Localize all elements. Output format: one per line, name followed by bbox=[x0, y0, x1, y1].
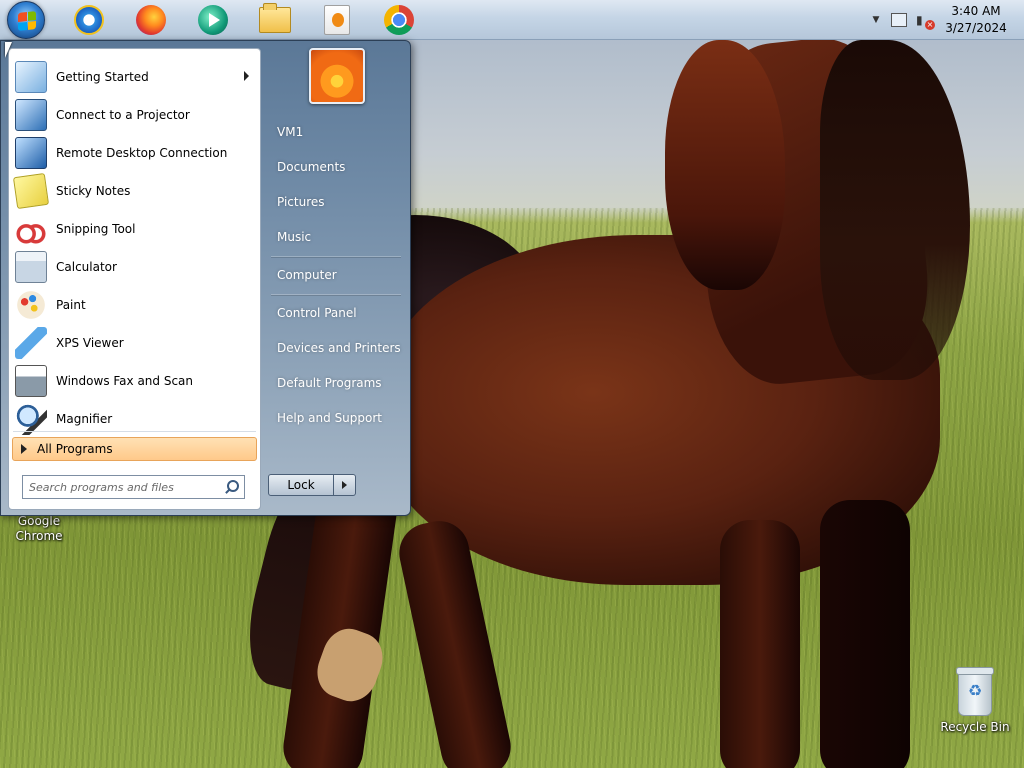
submenu-arrow-icon bbox=[244, 71, 249, 81]
program-label: XPS Viewer bbox=[56, 336, 124, 350]
search-box[interactable] bbox=[22, 475, 245, 499]
all-programs-button[interactable]: All Programs bbox=[12, 437, 257, 461]
taskbar-app-media-player[interactable] bbox=[196, 3, 230, 37]
program-getting-started[interactable]: Getting Started bbox=[11, 59, 259, 95]
desktop-icon-google-chrome[interactable]: Google Chrome bbox=[4, 514, 74, 544]
taskbar-app-internet-explorer[interactable] bbox=[72, 3, 106, 37]
media-file-icon bbox=[324, 5, 350, 35]
program-label: Calculator bbox=[56, 260, 117, 274]
shutdown-area: Lock bbox=[268, 474, 356, 496]
firefox-icon bbox=[136, 5, 166, 35]
fax-icon bbox=[15, 365, 47, 397]
taskbar-app-file-explorer[interactable] bbox=[258, 3, 292, 37]
taskbar: ▼ ▮ × 3:40 AM 3/27/2024 bbox=[0, 0, 1024, 40]
right-item-pictures[interactable]: Pictures bbox=[265, 187, 405, 217]
start-button[interactable] bbox=[7, 1, 45, 39]
right-item-music[interactable]: Music bbox=[265, 222, 405, 252]
program-label: Getting Started bbox=[56, 70, 149, 84]
right-item-label: VM1 bbox=[277, 125, 304, 139]
program-connect-to-a-projector[interactable]: Connect to a Projector bbox=[11, 97, 259, 133]
triangle-right-icon bbox=[21, 444, 27, 454]
program-windows-fax-and-scan[interactable]: Windows Fax and Scan bbox=[11, 363, 259, 399]
right-item-default-programs[interactable]: Default Programs bbox=[265, 368, 405, 398]
all-programs-label: All Programs bbox=[37, 442, 113, 456]
program-label: Paint bbox=[56, 298, 86, 312]
program-label: Snipping Tool bbox=[56, 222, 136, 236]
clock-time: 3:40 AM bbox=[951, 4, 1001, 18]
media-player-icon bbox=[198, 5, 228, 35]
power-options-arrow-button[interactable] bbox=[334, 474, 356, 496]
program-paint[interactable]: Paint bbox=[11, 287, 259, 323]
lock-button[interactable]: Lock bbox=[268, 474, 334, 496]
show-hidden-icons-chevron-icon[interactable]: ▼ bbox=[866, 15, 886, 25]
search-input[interactable] bbox=[23, 477, 222, 497]
taskbar-app-google-chrome[interactable] bbox=[382, 3, 416, 37]
right-item-label: Help and Support bbox=[277, 411, 382, 425]
recycle-bin-icon bbox=[956, 667, 994, 716]
wallpaper-horse-leg bbox=[820, 500, 910, 768]
search-icon[interactable] bbox=[222, 477, 242, 497]
program-xps-viewer[interactable]: XPS Viewer bbox=[11, 325, 259, 361]
windows-logo-icon bbox=[18, 11, 36, 31]
desktop-icon-label: Google Chrome bbox=[15, 514, 63, 543]
program-label: Sticky Notes bbox=[56, 184, 131, 198]
divider bbox=[271, 294, 401, 295]
right-item-devices-and-printers[interactable]: Devices and Printers bbox=[265, 333, 405, 363]
start-menu: Getting Started Connect to a Projector R… bbox=[0, 40, 411, 516]
right-item-label: Default Programs bbox=[277, 376, 382, 390]
network-icon[interactable] bbox=[891, 13, 907, 27]
right-item-label: Pictures bbox=[277, 195, 325, 209]
clock[interactable]: 3:40 AM 3/27/2024 bbox=[936, 3, 1016, 37]
right-item-label: Computer bbox=[277, 268, 337, 282]
right-item-vm1[interactable]: VM1 bbox=[265, 117, 405, 147]
program-remote-desktop-connection[interactable]: Remote Desktop Connection bbox=[11, 135, 259, 171]
taskbar-app-firefox[interactable] bbox=[134, 3, 168, 37]
divider bbox=[271, 256, 401, 257]
projector-icon bbox=[15, 99, 47, 131]
wallpaper-horse-mane bbox=[820, 40, 970, 380]
start-menu-programs-pane: Getting Started Connect to a Projector R… bbox=[8, 48, 261, 510]
wallpaper-horse-head bbox=[665, 40, 785, 290]
program-label: Magnifier bbox=[56, 412, 113, 426]
taskbar-app-media-center[interactable] bbox=[320, 3, 354, 37]
desktop-icon-label: Recycle Bin bbox=[940, 720, 1010, 734]
right-item-control-panel[interactable]: Control Panel bbox=[265, 298, 405, 328]
program-label: Connect to a Projector bbox=[56, 108, 190, 122]
system-tray: ▼ ▮ × 3:40 AM 3/27/2024 bbox=[866, 0, 1024, 40]
right-item-computer[interactable]: Computer bbox=[265, 260, 405, 290]
sticky-notes-icon bbox=[12, 172, 50, 210]
getting-started-icon bbox=[15, 61, 47, 93]
right-item-help-and-support[interactable]: Help and Support bbox=[265, 403, 405, 433]
internet-explorer-icon bbox=[74, 5, 104, 35]
right-item-label: Music bbox=[277, 230, 312, 244]
folder-icon bbox=[259, 3, 291, 33]
program-calculator[interactable]: Calculator bbox=[11, 249, 259, 285]
user-avatar[interactable] bbox=[309, 48, 365, 104]
program-snipping-tool[interactable]: Snipping Tool bbox=[11, 211, 259, 247]
remote-desktop-icon bbox=[15, 137, 47, 169]
chrome-icon bbox=[384, 5, 414, 35]
calculator-icon bbox=[15, 251, 47, 283]
clock-date: 3/27/2024 bbox=[945, 21, 1007, 35]
paint-palette-icon bbox=[15, 289, 47, 321]
program-sticky-notes[interactable]: Sticky Notes bbox=[11, 172, 259, 210]
mouse-cursor-icon bbox=[5, 42, 19, 58]
wallpaper-horse-leg bbox=[720, 520, 800, 768]
right-item-label: Control Panel bbox=[277, 306, 357, 320]
program-label: Windows Fax and Scan bbox=[56, 374, 194, 388]
right-item-label: Devices and Printers bbox=[277, 341, 401, 355]
desktop-icon-recycle-bin[interactable]: Recycle Bin bbox=[940, 667, 1010, 735]
volume-muted-icon[interactable]: ▮ × bbox=[916, 13, 935, 30]
program-label: Remote Desktop Connection bbox=[56, 146, 228, 160]
divider bbox=[13, 431, 256, 432]
scissors-icon bbox=[15, 213, 47, 245]
right-item-documents[interactable]: Documents bbox=[265, 152, 405, 182]
right-item-label: Documents bbox=[277, 160, 346, 174]
xps-viewer-icon bbox=[15, 327, 47, 359]
